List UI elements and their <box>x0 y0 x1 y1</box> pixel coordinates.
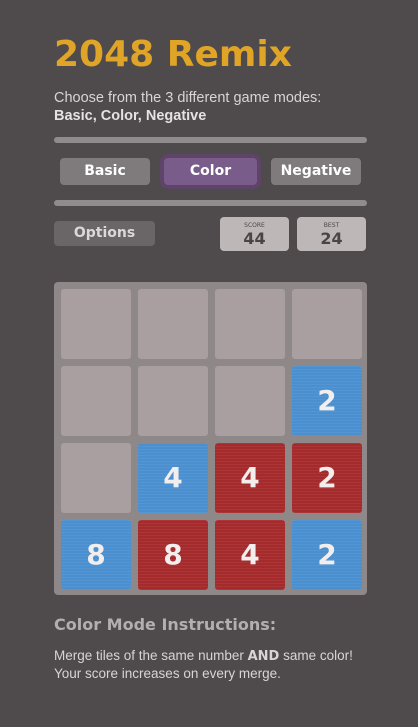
bottom-divider <box>54 200 367 206</box>
best-score-label: BEST <box>323 222 340 229</box>
instructions-line-1-start: Merge tiles of the same number <box>54 648 244 663</box>
board-cell <box>61 289 131 359</box>
board-cell <box>292 289 362 359</box>
best-score-value: 24 <box>320 229 343 248</box>
score-value: 44 <box>243 229 266 248</box>
instructions-title: Color Mode Instructions: <box>54 615 277 634</box>
instructions-line-1-emphasis: AND <box>247 649 280 664</box>
intro-text: Choose from the 3 different game modes: <box>54 90 322 106</box>
negative-mode-button[interactable]: Negative <box>271 158 361 185</box>
best-score-box: BEST 24 <box>297 217 366 251</box>
game-board[interactable]: 24428842 <box>54 282 367 595</box>
tile-red: 2 <box>292 443 362 513</box>
board-cell <box>138 366 208 436</box>
board-cell <box>138 289 208 359</box>
basic-mode-button[interactable]: Basic <box>60 158 150 185</box>
instructions-line-1: Merge tiles of the same number AND same … <box>54 647 353 665</box>
tile-blue: 4 <box>138 443 208 513</box>
color-mode-button[interactable]: Color <box>164 158 257 185</box>
top-divider <box>54 137 367 143</box>
tile-red: 4 <box>215 443 285 513</box>
options-button[interactable]: Options <box>54 221 155 246</box>
instructions-line-2: Your score increases on every merge. <box>54 666 281 681</box>
board-cell <box>215 366 285 436</box>
tile-blue: 2 <box>292 520 362 590</box>
game-title: 2048 Remix <box>54 34 292 75</box>
tile-blue: 2 <box>292 366 362 436</box>
tile-red: 8 <box>138 520 208 590</box>
score-label: SCORE <box>244 222 265 229</box>
tile-red: 4 <box>215 520 285 590</box>
board-cell <box>61 443 131 513</box>
board-cell <box>61 366 131 436</box>
intro-modes-text: Basic, Color, Negative <box>54 108 207 124</box>
board-cell <box>215 289 285 359</box>
tile-blue: 8 <box>61 520 131 590</box>
instructions-line-1-end: same color! <box>283 648 353 663</box>
score-box: SCORE 44 <box>220 217 289 251</box>
